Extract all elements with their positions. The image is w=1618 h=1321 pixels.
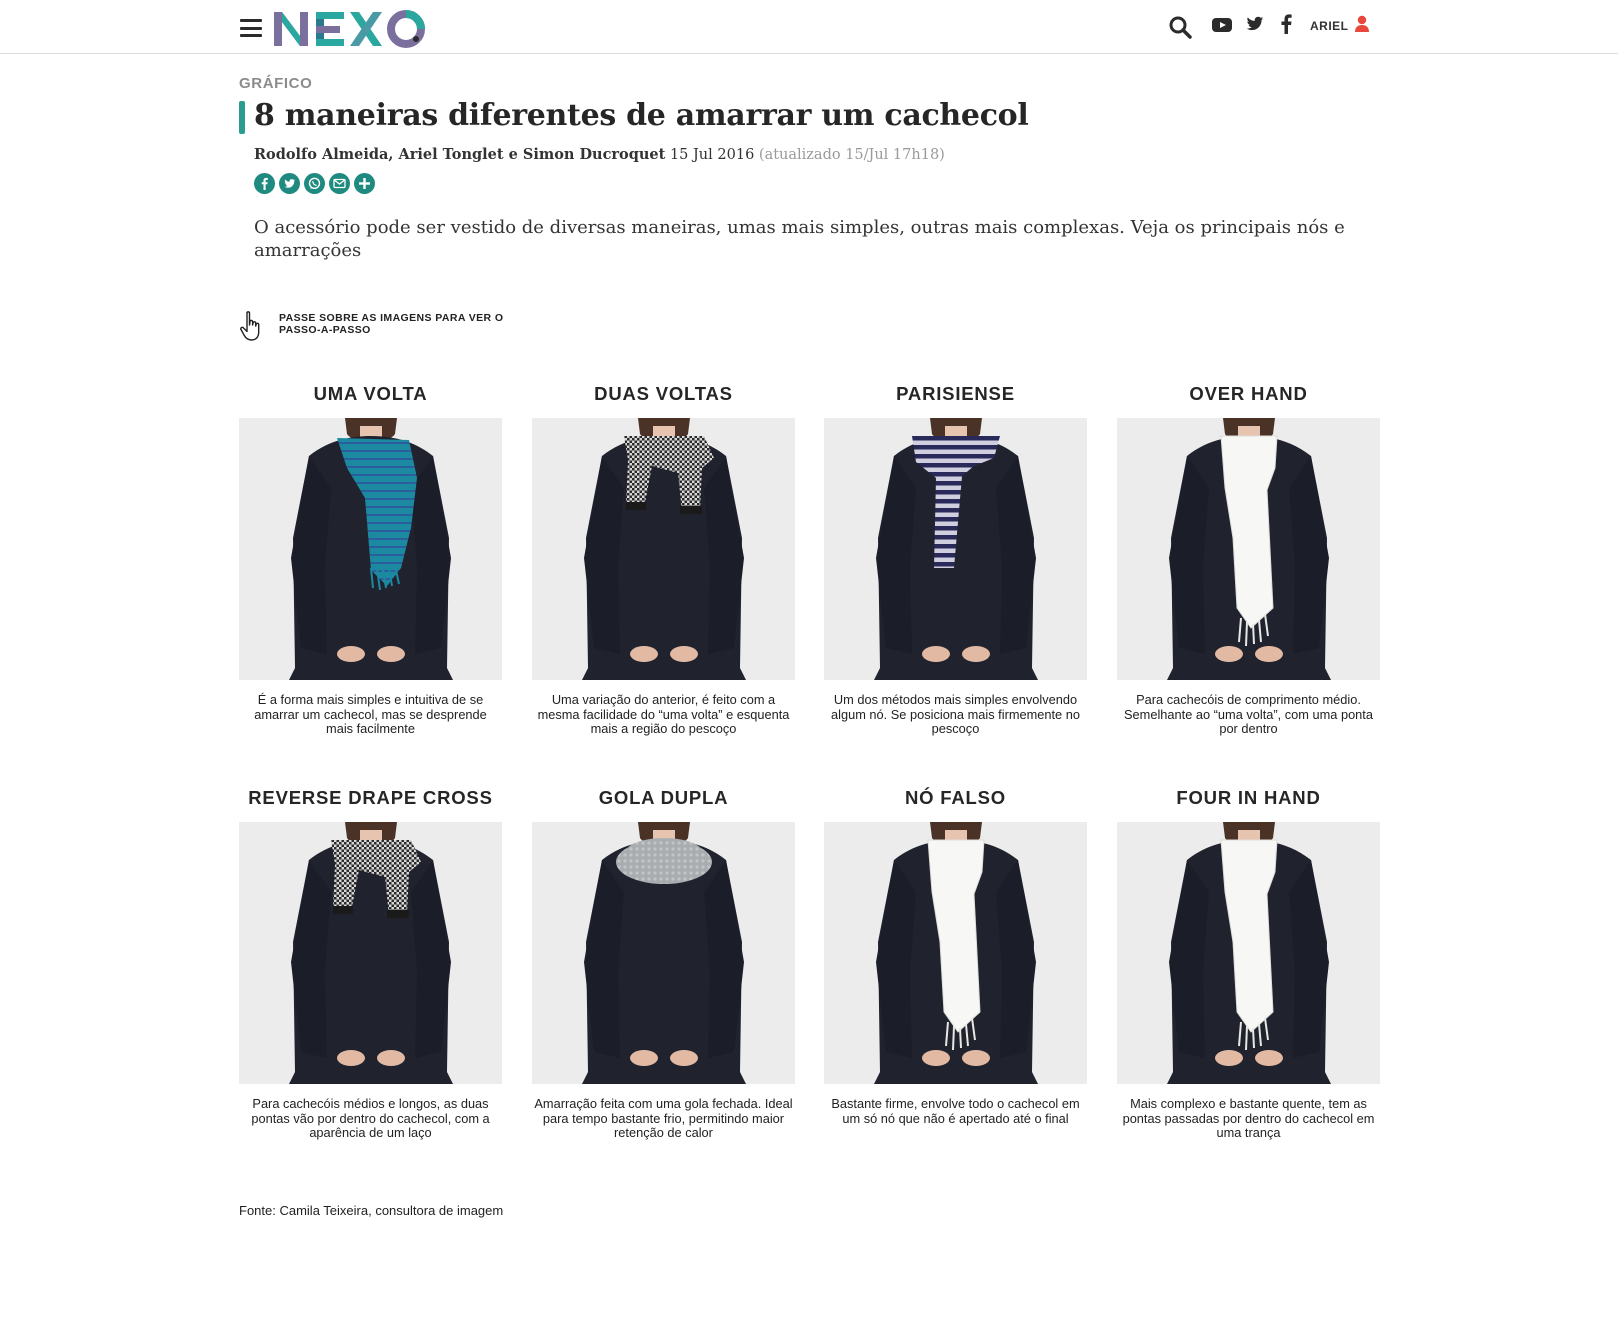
scarf-style-title: PARISIENSE [896, 383, 1015, 404]
twitter-icon[interactable] [1246, 16, 1264, 32]
scarf-style-title: UMA VOLTA [313, 383, 428, 404]
share-whatsapp-button[interactable] [304, 173, 325, 194]
share-facebook-button[interactable] [254, 173, 275, 194]
share-twitter-button[interactable] [279, 173, 300, 194]
scarf-style-caption: Amarração feita com uma gola fechada. Id… [534, 1096, 793, 1140]
scarf-style-title: DUAS VOLTAS [594, 383, 733, 404]
scarf-style-title: GOLA DUPLA [598, 787, 729, 808]
scarf-style-caption: Uma variação do anterior, é feito com a … [537, 692, 790, 736]
scarf-style-photo[interactable] [1117, 822, 1380, 1084]
scarf-style-photo[interactable] [1117, 418, 1380, 680]
byline-updated: (atualizado 15/Jul 17h18) [758, 147, 945, 163]
scarf-style-caption: Bastante firme, envolve todo o cachecol … [831, 1096, 1080, 1126]
pointing-hand-icon [240, 311, 260, 341]
title-accent-bar [239, 101, 245, 134]
top-navigation-bar: ARIEL [0, 0, 1618, 54]
hover-hint-text: PASSE SOBRE AS IMAGENS PARA VER O PASSO-… [279, 312, 504, 336]
youtube-icon[interactable] [1211, 16, 1233, 34]
byline-authors[interactable]: Rodolfo Almeida, Ariel Tonglet e Simon D… [254, 146, 665, 163]
plus-icon [359, 178, 370, 189]
scarf-style-title: REVERSE DRAPE CROSS [248, 787, 493, 808]
scarf-style-caption: É a forma mais simples e intuitiva de se… [254, 692, 487, 736]
search-icon[interactable] [1168, 15, 1192, 39]
facebook-icon[interactable] [1280, 14, 1292, 34]
byline-date: 15 Jul 2016 [669, 147, 755, 163]
user-icon[interactable] [1354, 15, 1370, 33]
scarf-style-caption: Mais complexo e bastante quente, tem as … [1122, 1096, 1375, 1140]
scarf-style-photo[interactable] [532, 822, 795, 1084]
scarf-style-photo[interactable] [824, 418, 1087, 680]
nexo-logo[interactable] [270, 4, 430, 50]
scarf-style-photo[interactable] [239, 822, 502, 1084]
email-icon [333, 178, 346, 189]
section-kicker[interactable]: GRÁFICO [239, 75, 312, 92]
share-more-button[interactable] [354, 173, 375, 194]
byline: Rodolfo Almeida, Ariel Tonglet e Simon D… [254, 146, 945, 163]
share-email-button[interactable] [329, 173, 350, 194]
scarf-style-title: NÓ FALSO [905, 787, 1006, 808]
scarf-style-photo[interactable] [532, 418, 795, 680]
scarf-style-caption: Um dos métodos mais simples envolvendo a… [831, 692, 1080, 736]
scarf-style-title: FOUR IN HAND [1176, 787, 1321, 808]
source-note: Fonte: Camila Teixeira, consultora de im… [239, 1203, 504, 1218]
page-title: 8 maneiras diferentes de amarrar um cach… [254, 98, 1029, 133]
scarf-style-photo[interactable] [239, 418, 502, 680]
scarf-style-title: OVER HAND [1189, 383, 1308, 404]
facebook-icon [261, 177, 268, 190]
article-lede: O acessório pode ser vestido de diversas… [254, 217, 1345, 261]
whatsapp-icon [308, 177, 321, 190]
user-name-label[interactable]: ARIEL [1310, 19, 1349, 33]
menu-icon[interactable] [240, 19, 262, 37]
scarf-style-caption: Para cachecóis médios e longos, as duas … [251, 1096, 490, 1140]
scarf-style-caption: Para cachecóis de comprimento médio. Sem… [1124, 692, 1373, 736]
twitter-icon [284, 179, 295, 188]
scarf-style-photo[interactable] [824, 822, 1087, 1084]
